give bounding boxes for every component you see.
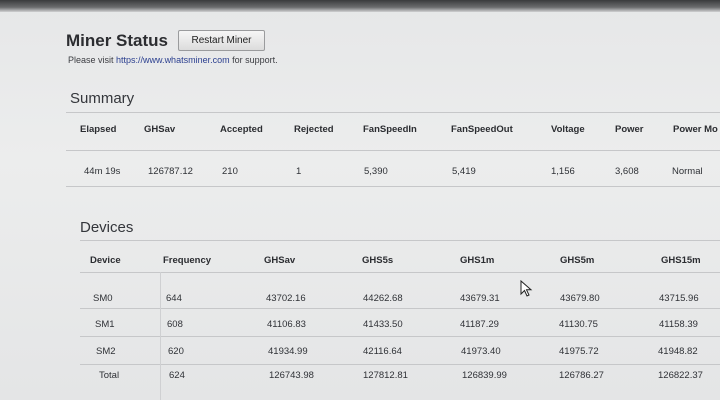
page-header: Miner Status Restart Miner bbox=[66, 30, 265, 51]
device-ghsav: 41934.99 bbox=[268, 346, 308, 357]
devices-col-ghs15m: GHS15m bbox=[661, 255, 701, 266]
device-ghsav: 126743.98 bbox=[269, 370, 314, 381]
summary-title: Summary bbox=[70, 90, 135, 107]
page-title: Miner Status bbox=[66, 30, 169, 50]
devices-header-divider bbox=[80, 272, 720, 273]
summary-voltage-value: 1,156 bbox=[551, 166, 575, 177]
monitor-bezel bbox=[0, 0, 720, 12]
summary-fanspeedout-value: 5,419 bbox=[452, 166, 476, 177]
device-ghs1m: 41187.29 bbox=[460, 319, 499, 330]
devices-col-frequency: Frequency bbox=[163, 255, 212, 266]
device-ghs1m: 41973.40 bbox=[461, 346, 501, 357]
summary-accepted-value: 210 bbox=[222, 166, 238, 177]
support-link[interactable]: https://www.whatsminer.com bbox=[116, 55, 230, 65]
support-suffix: for support. bbox=[232, 55, 278, 65]
device-name: SM0 bbox=[93, 293, 113, 304]
devices-top-divider bbox=[80, 240, 720, 241]
summary-powermode-value: Normal bbox=[672, 166, 703, 177]
device-ghs15m: 41948.82 bbox=[658, 346, 698, 357]
summary-fanspeedin-value: 5,390 bbox=[364, 166, 388, 177]
device-ghs5s: 41433.50 bbox=[363, 319, 403, 330]
device-ghs15m: 126822.37 bbox=[658, 370, 703, 381]
device-ghs1m: 43679.31 bbox=[460, 293, 500, 304]
device-ghs5s: 42116.64 bbox=[363, 346, 402, 357]
devices-col-divider bbox=[160, 272, 161, 400]
devices-row-divider-1 bbox=[80, 308, 720, 309]
support-prefix: Please visit bbox=[68, 55, 114, 65]
device-ghs5m: 41130.75 bbox=[559, 319, 598, 330]
devices-col-ghs5s: GHS5s bbox=[362, 255, 394, 266]
devices-col-ghs1m: GHS1m bbox=[460, 255, 495, 266]
mouse-pointer-icon bbox=[520, 280, 533, 297]
restart-miner-button[interactable]: Restart Miner bbox=[178, 30, 265, 51]
devices-row-divider-2 bbox=[80, 336, 720, 337]
summary-power-value: 3,608 bbox=[615, 166, 639, 177]
device-name: SM2 bbox=[96, 346, 116, 357]
support-text: Please visit https://www.whatsminer.com … bbox=[68, 55, 278, 65]
device-frequency: 644 bbox=[166, 293, 182, 304]
summary-col-powermode: Power Mo bbox=[673, 124, 718, 135]
summary-bottom-divider bbox=[66, 186, 720, 187]
device-ghsav: 41106.83 bbox=[267, 319, 306, 330]
summary-col-power: Power bbox=[615, 124, 644, 135]
device-ghs5m: 43679.80 bbox=[560, 293, 600, 304]
summary-col-voltage: Voltage bbox=[551, 124, 585, 135]
device-name: Total bbox=[99, 370, 120, 381]
device-ghs5m: 41975.72 bbox=[559, 346, 599, 357]
devices-row-divider-3 bbox=[80, 364, 720, 365]
device-ghsav: 43702.16 bbox=[266, 293, 306, 304]
summary-col-ghsav: GHSav bbox=[144, 124, 176, 135]
summary-col-fanspeedout: FanSpeedOut bbox=[451, 124, 513, 135]
summary-ghsav-value: 126787.12 bbox=[148, 166, 193, 177]
summary-col-fanspeedin: FanSpeedIn bbox=[363, 124, 417, 135]
devices-title: Devices bbox=[80, 219, 134, 236]
device-ghs5m: 126786.27 bbox=[559, 370, 604, 381]
device-ghs15m: 43715.96 bbox=[659, 293, 699, 304]
device-frequency: 624 bbox=[169, 370, 185, 381]
summary-col-elapsed: Elapsed bbox=[80, 124, 117, 135]
summary-rejected-value: 1 bbox=[296, 166, 302, 177]
device-ghs5s: 44262.68 bbox=[363, 293, 403, 304]
devices-col-ghs5m: GHS5m bbox=[560, 255, 595, 266]
device-name: SM1 bbox=[95, 319, 115, 330]
browser-viewport: Miner Status Restart Miner Please visit … bbox=[0, 0, 720, 400]
summary-top-divider bbox=[66, 112, 720, 113]
device-frequency: 608 bbox=[167, 319, 183, 330]
device-ghs5s: 127812.81 bbox=[363, 370, 408, 381]
devices-col-device: Device bbox=[90, 255, 121, 266]
devices-col-ghsav: GHSav bbox=[264, 255, 296, 266]
summary-col-rejected: Rejected bbox=[294, 124, 334, 135]
summary-header-divider bbox=[66, 150, 720, 151]
device-frequency: 620 bbox=[168, 346, 184, 357]
summary-col-accepted: Accepted bbox=[220, 124, 263, 135]
device-ghs15m: 41158.39 bbox=[659, 319, 698, 330]
device-ghs1m: 126839.99 bbox=[462, 370, 507, 381]
summary-elapsed-value: 44m 19s bbox=[84, 166, 121, 177]
